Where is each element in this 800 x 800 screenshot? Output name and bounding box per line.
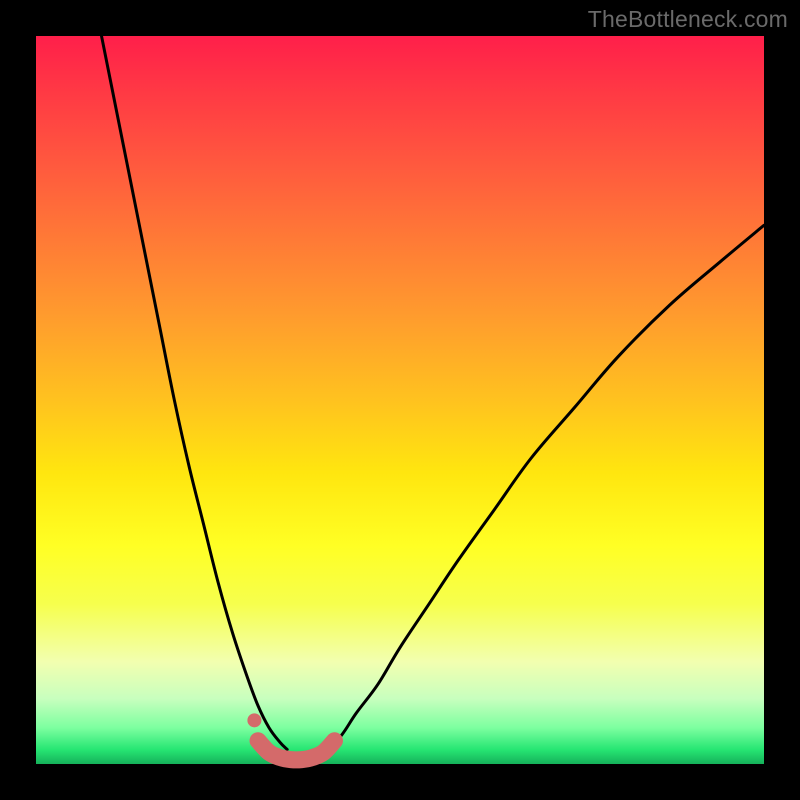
chart-frame: TheBottleneck.com <box>0 0 800 800</box>
plot-area <box>36 36 764 764</box>
bottleneck-curve <box>36 36 764 764</box>
watermark-text: TheBottleneck.com <box>588 6 788 33</box>
